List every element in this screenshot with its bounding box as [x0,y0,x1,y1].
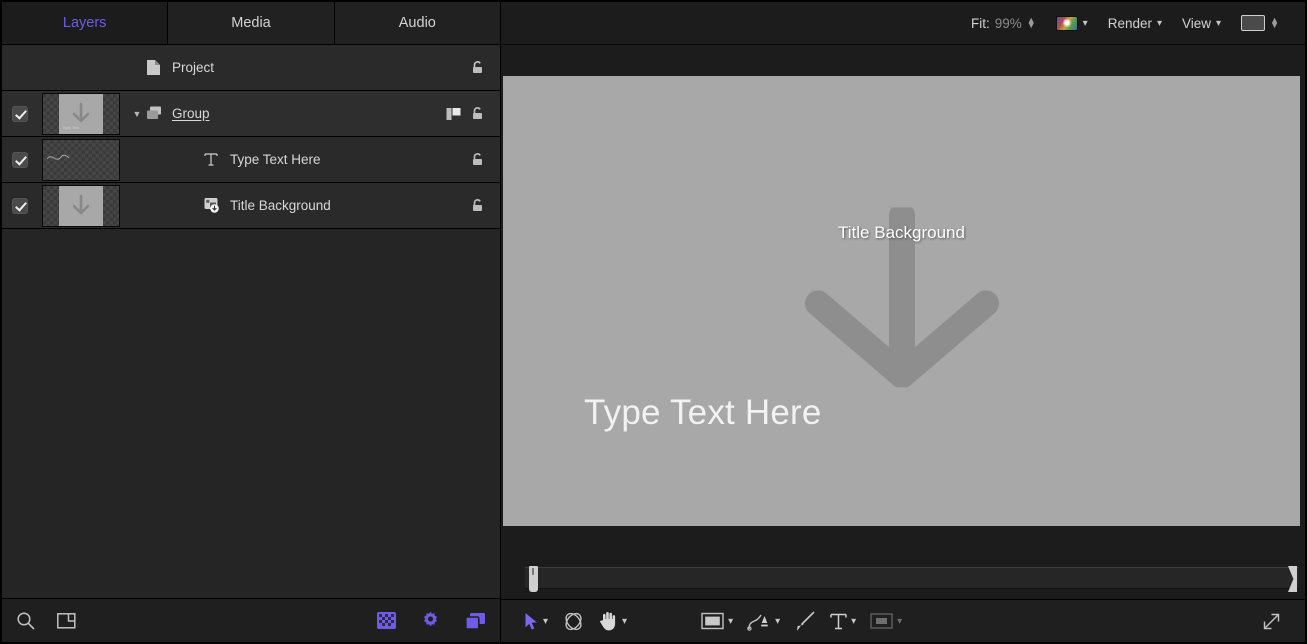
motion-window: Layers Media Audio Pro [0,0,1307,644]
lock-icon[interactable] [470,152,486,167]
canvas-viewport[interactable]: Title Background Type Text Here [503,76,1300,526]
bezier-pen-tool[interactable]: ▾ [740,606,787,636]
viewmode-icon [1241,15,1265,31]
image-drop-icon [204,197,226,214]
layer-name-group[interactable]: Group [172,106,210,121]
tab-media[interactable]: Media [168,2,334,44]
layer-visibility-checkbox-text[interactable] [12,152,42,168]
scribble-icon [47,154,85,161]
chevron-down-icon[interactable]: ▾ [622,616,627,627]
fit-label: Fit: [971,16,990,31]
layer-row-project[interactable]: Project [2,45,500,91]
chevron-down-icon[interactable]: ▾ [775,616,780,627]
canvas-title-text: Title Background [838,223,965,243]
canvas-topbar: Fit: 99% ▲▼ ▾ Render ▾ View ▾ ▲▼ [501,2,1305,45]
lock-icon[interactable] [470,60,486,75]
document-icon [146,59,168,76]
view-menu[interactable]: View ▾ [1172,10,1231,36]
tab-layers[interactable]: Layers [2,2,168,44]
out-point-marker[interactable] [1288,566,1297,592]
canvas-panel: Fit: 99% ▲▼ ▾ Render ▾ View ▾ ▲▼ [501,2,1305,642]
layer-row-type-text-here[interactable]: Type Text Here [2,137,500,183]
layer-row-title-background[interactable]: Title Background [2,183,500,229]
viewmode-control[interactable]: ▲▼ [1231,10,1289,36]
row-controls [470,198,500,213]
3d-transform-tool[interactable] [555,606,592,636]
layer-list: Project [2,45,500,598]
thumbnail-content: Type Text [59,94,103,134]
chevron-down-icon[interactable]: ▾ [728,616,733,627]
text-icon [204,152,226,167]
layer-name-title-background: Title Background [230,198,331,213]
text-tool[interactable]: ▾ [823,606,863,636]
tab-layers-label: Layers [63,15,107,31]
canvas-stage[interactable]: Title Background Type Text Here [501,45,1305,642]
resize-window-icon[interactable] [1254,606,1289,636]
lock-icon[interactable] [470,106,486,121]
chevron-down-icon[interactable]: ▾ [851,616,856,627]
checkbox[interactable] [12,106,28,122]
checkerboard-icon[interactable] [377,612,396,629]
new-group-icon[interactable] [57,611,78,630]
layers-panel: Layers Media Audio Pro [2,2,501,642]
tab-media-label: Media [231,15,271,31]
row-controls [470,152,500,167]
fit-value: 99% [995,16,1022,31]
thumbnail-caption: Type Text [62,125,79,130]
tab-audio[interactable]: Audio [335,2,500,44]
layer-visibility-checkbox-group[interactable] [12,106,42,122]
chevron-down-icon[interactable]: ▾ [1083,18,1088,29]
select-arrow-tool[interactable]: ▾ [517,606,555,636]
row-controls [446,106,500,121]
render-quality-swatch [1056,16,1078,31]
playhead-marker[interactable] [529,566,538,592]
render-quality-swatch-control[interactable]: ▾ [1046,10,1098,36]
layer-name-type-text-here: Type Text Here [230,152,321,167]
fit-zoom-control[interactable]: Fit: 99% ▲▼ [961,10,1046,36]
canvas-bottom-toolbar: ▾ ▾ ▾ [501,599,1305,642]
checkbox[interactable] [12,198,28,214]
panel-tabbar: Layers Media Audio [2,2,500,45]
render-menu[interactable]: Render ▾ [1098,10,1172,36]
canvas-body-text[interactable]: Type Text Here [584,393,822,433]
layers-stack-icon[interactable] [465,612,486,630]
gear-icon[interactable] [421,611,440,630]
layers-panel-right-tools [377,611,486,630]
mini-timeline[interactable] [501,557,1305,599]
mask-tool[interactable]: ▾ [863,606,909,636]
checkbox[interactable] [12,152,28,168]
chevron-down-icon[interactable]: ▾ [897,616,902,627]
chevron-down-icon: ▾ [1157,18,1162,29]
shape-rect-tool[interactable]: ▾ [694,606,740,636]
pan-hand-tool[interactable]: ▾ [592,606,634,636]
render-label: Render [1108,16,1152,31]
layer-thumbnail-titlebg [42,185,120,227]
layer-visibility-checkbox-titlebg[interactable] [12,198,42,214]
disclosure-triangle-group[interactable]: ▼ [128,109,146,119]
timeline-track[interactable] [525,567,1299,589]
down-arrow-icon [68,101,94,127]
group-icon [146,106,168,121]
lock-icon[interactable] [470,198,486,213]
mask-icon[interactable] [446,107,463,121]
chevron-down-icon[interactable]: ▾ [543,616,548,627]
stepper-icon[interactable]: ▲▼ [1270,18,1279,28]
layer-name-project: Project [172,60,214,75]
row-controls [470,60,500,75]
thumbnail-content [59,186,103,226]
layer-row-group[interactable]: Type Text ▼ Group [2,91,500,137]
chevron-down-icon: ▾ [1216,18,1221,29]
layer-thumbnail-text [42,139,120,181]
view-label: View [1182,16,1211,31]
search-icon[interactable] [16,611,35,630]
layers-panel-bottom-toolbar [2,598,500,642]
paint-stroke-tool[interactable] [787,606,823,636]
tab-audio-label: Audio [399,15,436,31]
layer-thumbnail-group: Type Text [42,93,120,135]
down-arrow-icon [68,193,94,219]
stepper-icon[interactable]: ▲▼ [1027,18,1036,28]
